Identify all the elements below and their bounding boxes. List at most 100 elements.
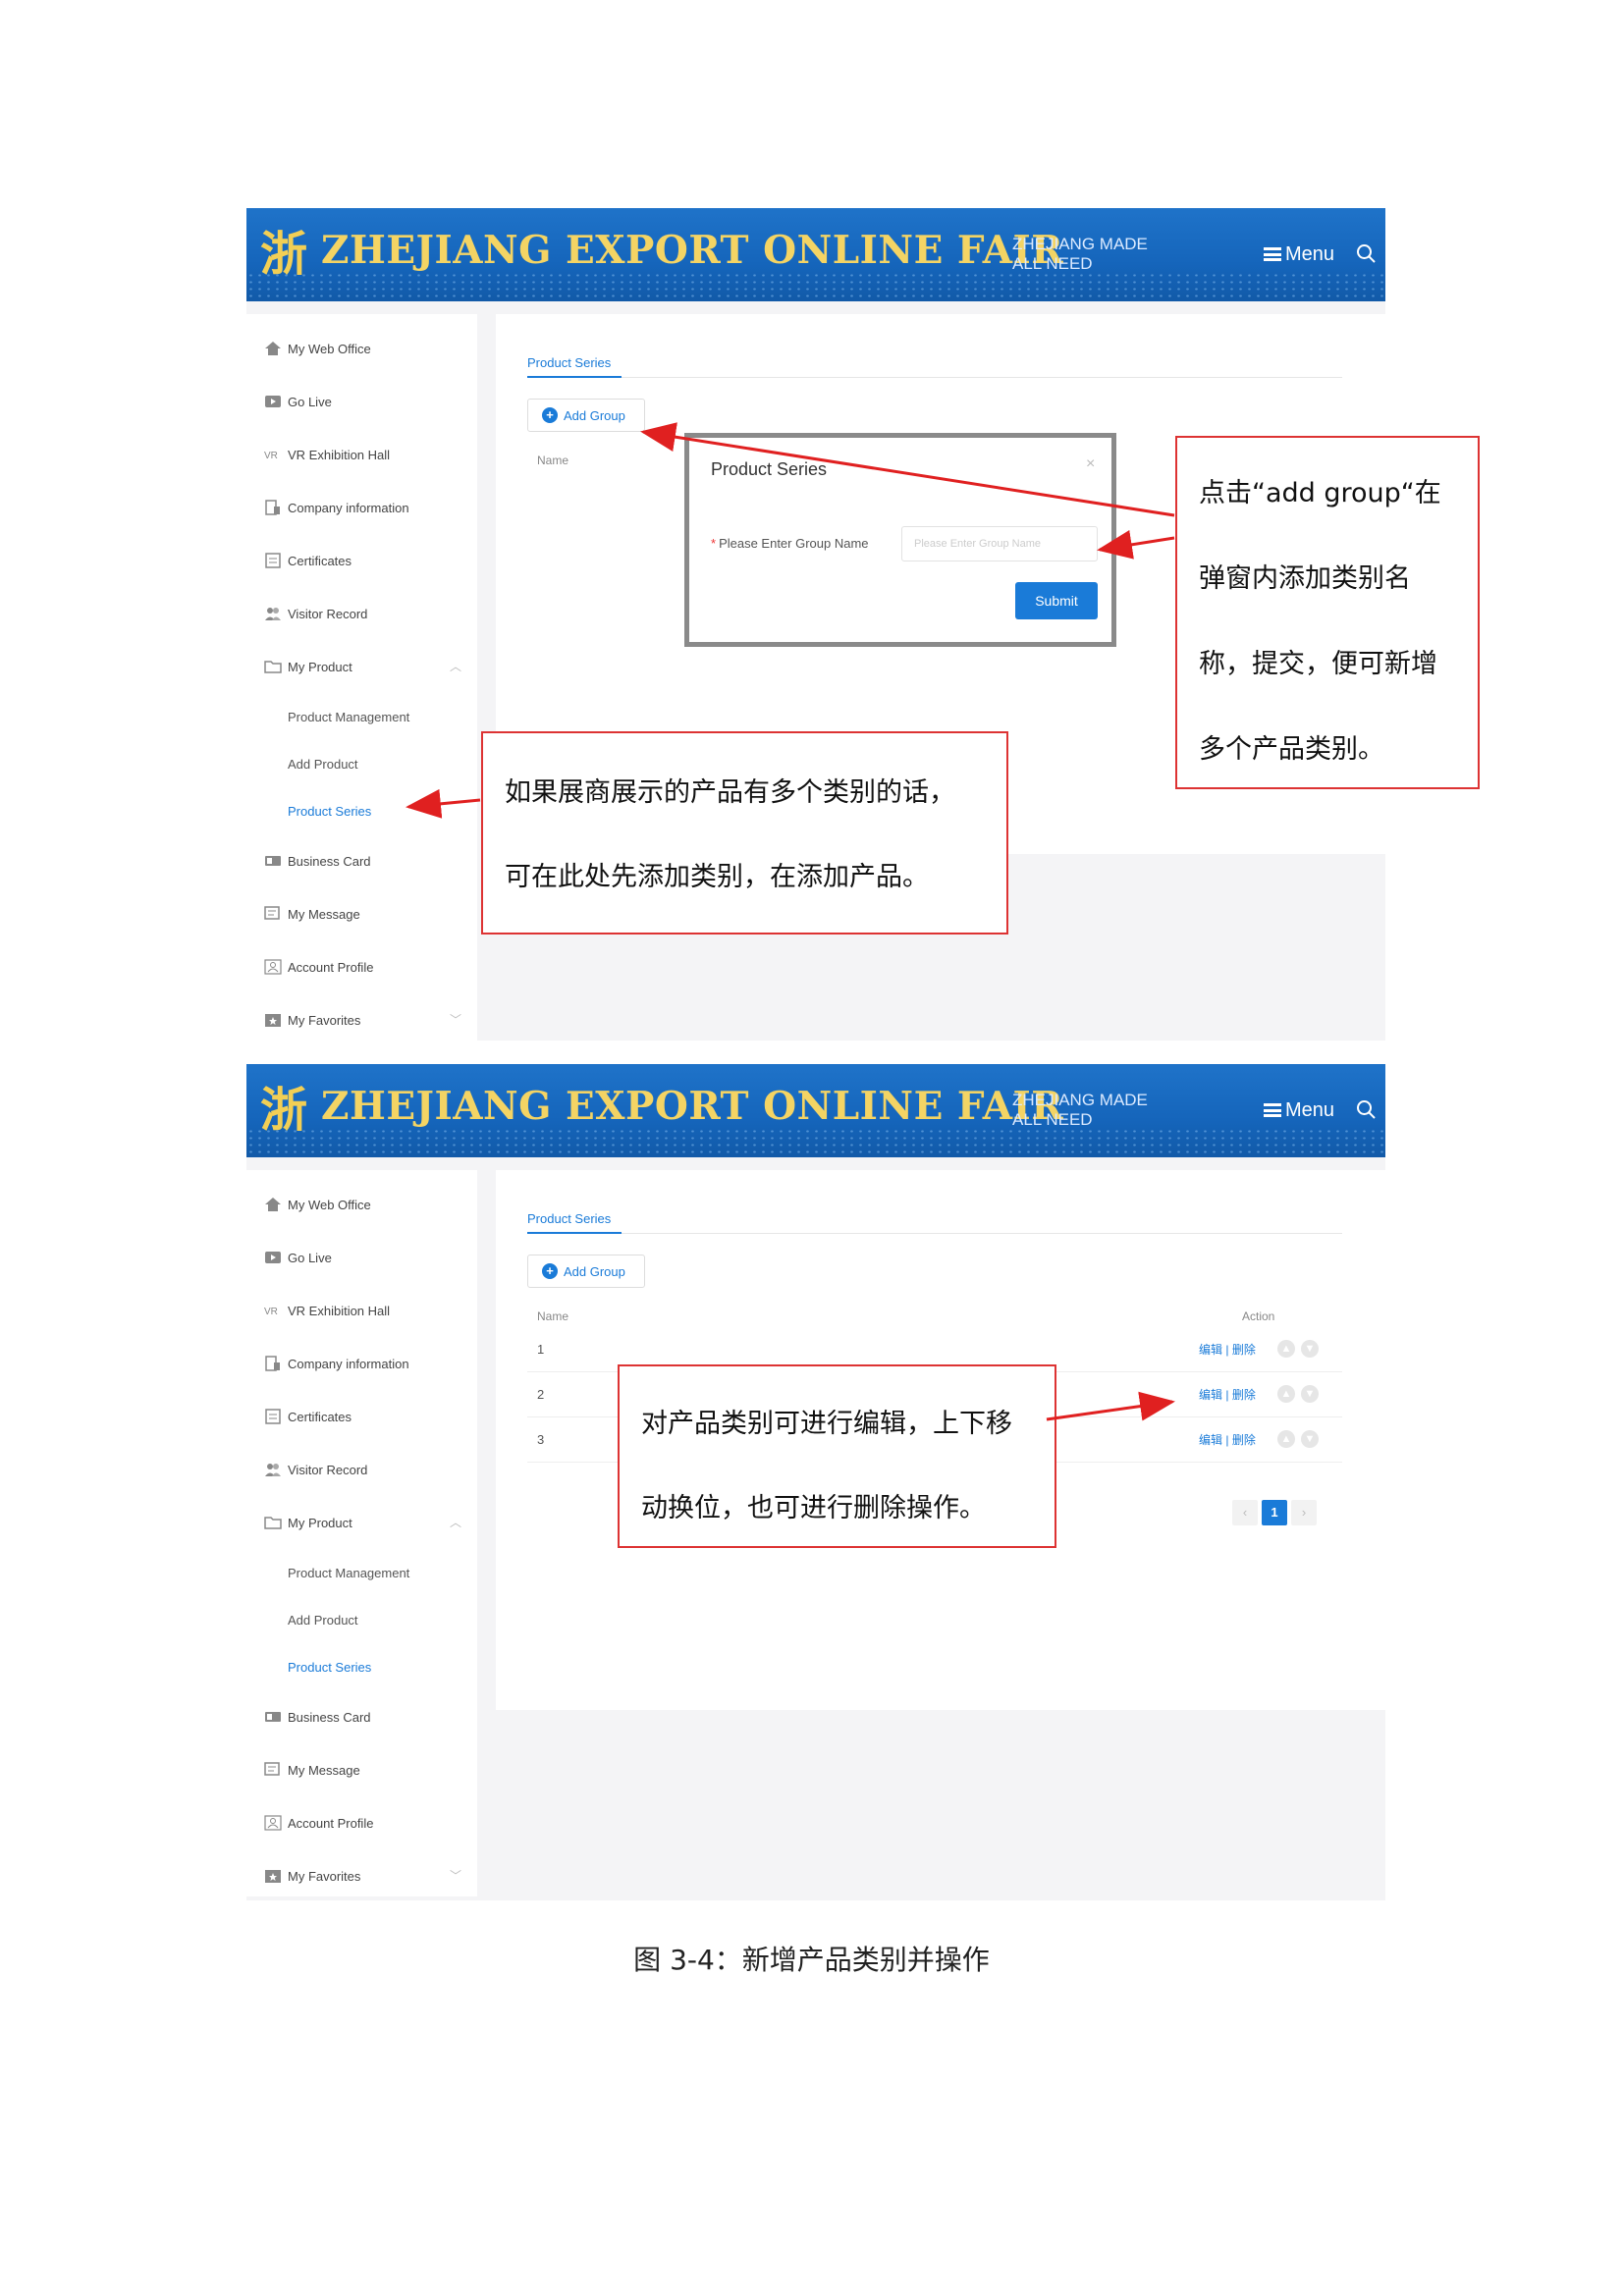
banner-pattern bbox=[246, 272, 1385, 301]
sidebar-item-account-profile[interactable]: Account Profile bbox=[264, 1812, 373, 1834]
star-folder-icon bbox=[265, 1870, 281, 1883]
sidebar-item-label: Company information bbox=[288, 1356, 409, 1371]
sidebar-item-my-web-office[interactable]: My Web Office bbox=[264, 1194, 371, 1215]
hamburger-icon bbox=[1264, 247, 1281, 261]
sidebar-item-my-product[interactable]: My Product bbox=[264, 1512, 352, 1533]
callout-line: 对产品类别可进行编辑，上下移 bbox=[641, 1409, 1012, 1439]
chevron-up-icon[interactable]: ︿ bbox=[450, 1514, 461, 1530]
sidebar-item-visitor-record[interactable]: Visitor Record bbox=[264, 1459, 367, 1480]
sidebar-item-product-series[interactable]: Product Series bbox=[288, 800, 371, 822]
add-group-button[interactable]: + Add Group bbox=[527, 399, 645, 432]
sidebar-item-product-management[interactable]: Product Management bbox=[288, 1562, 409, 1583]
move-up-icon[interactable]: ▲ bbox=[1277, 1340, 1295, 1358]
dialog-title: Product Series bbox=[711, 459, 828, 479]
sidebar-item-label: Visitor Record bbox=[288, 1462, 368, 1477]
sidebar-item-my-favorites[interactable]: My Favorites bbox=[264, 1009, 360, 1031]
delete-link[interactable]: 删除 bbox=[1232, 1433, 1256, 1447]
submit-button[interactable]: Submit bbox=[1015, 582, 1098, 619]
group-name-input[interactable]: Please Enter Group Name bbox=[901, 526, 1098, 561]
column-header-action: Action bbox=[1242, 1309, 1275, 1323]
menu-button[interactable]: Menu bbox=[1264, 243, 1334, 266]
add-group-button[interactable]: + Add Group bbox=[527, 1255, 645, 1288]
sidebar-item-go-live[interactable]: Go Live bbox=[264, 1247, 332, 1268]
edit-link[interactable]: 编辑 bbox=[1199, 1433, 1222, 1447]
menu-label: Menu bbox=[1285, 243, 1335, 265]
sidebar-item-my-message[interactable]: My Message bbox=[264, 1759, 360, 1781]
message-icon bbox=[264, 906, 280, 920]
sidebar-item-my-message[interactable]: My Message bbox=[264, 903, 360, 925]
sidebar-item-business-card[interactable]: Business Card bbox=[264, 1706, 371, 1728]
sidebar-item-add-product[interactable]: Add Product bbox=[288, 753, 358, 774]
search-icon[interactable] bbox=[1356, 243, 1376, 263]
row-name: 2 bbox=[537, 1387, 545, 1402]
sidebar-item-product-management[interactable]: Product Management bbox=[288, 706, 409, 727]
action-separator: | bbox=[1222, 1388, 1232, 1402]
hamburger-icon bbox=[1264, 1103, 1281, 1117]
chevron-down-icon[interactable]: ﹀ bbox=[450, 1867, 461, 1884]
callout-line: 如果展商展示的产品有多个类别的话， bbox=[505, 777, 955, 808]
pager-prev-button[interactable]: ‹ bbox=[1232, 1500, 1258, 1525]
sidebar-item-certificates[interactable]: Certificates bbox=[264, 1406, 352, 1427]
menu-button[interactable]: Menu bbox=[1264, 1099, 1334, 1122]
profile-icon bbox=[264, 959, 282, 975]
star-folder-icon bbox=[265, 1014, 281, 1027]
tab-product-series[interactable]: Product Series bbox=[527, 355, 611, 370]
sidebar-item-label: Product Management bbox=[288, 1565, 410, 1580]
callout-product-series: 如果展商展示的产品有多个类别的话， 可在此处先添加类别，在添加产品。 bbox=[481, 731, 1008, 934]
sidebar-item-certificates[interactable]: Certificates bbox=[264, 550, 352, 571]
menu-label: Menu bbox=[1285, 1099, 1335, 1121]
callout-line: 弹窗内添加类别名 bbox=[1199, 563, 1411, 594]
chevron-up-icon[interactable]: ︿ bbox=[450, 658, 461, 674]
delete-link[interactable]: 删除 bbox=[1232, 1343, 1256, 1357]
move-down-icon[interactable]: ▼ bbox=[1301, 1385, 1319, 1403]
vr-icon: VR bbox=[264, 1307, 278, 1317]
row-actions: 编辑 | 删除 bbox=[1199, 1341, 1256, 1358]
close-icon[interactable]: × bbox=[1086, 455, 1095, 473]
pager-page-1[interactable]: 1 bbox=[1262, 1500, 1287, 1525]
sidebar-item-product-series[interactable]: Product Series bbox=[288, 1656, 371, 1678]
sidebar-item-vr-exhibition-hall[interactable]: VR VR Exhibition Hall bbox=[264, 1300, 390, 1321]
sidebar-item-business-card[interactable]: Business Card bbox=[264, 850, 371, 872]
row-actions: 编辑 | 删除 bbox=[1199, 1431, 1256, 1448]
folder-icon bbox=[264, 661, 282, 673]
sidebar-item-company-information[interactable]: Company information bbox=[264, 497, 409, 518]
video-icon bbox=[265, 1252, 281, 1263]
home-icon bbox=[265, 1198, 281, 1211]
sidebar-item-label: Business Card bbox=[288, 853, 371, 869]
site-tagline: ZHEJIANG MADE ALL NEED bbox=[1012, 1091, 1148, 1129]
chevron-down-icon[interactable]: ﹀ bbox=[450, 1011, 461, 1028]
required-mark: * bbox=[711, 536, 717, 551]
tab-product-series[interactable]: Product Series bbox=[527, 1211, 611, 1226]
column-header-name: Name bbox=[537, 1309, 569, 1323]
sidebar-item-vr-exhibition-hall[interactable]: VR VR Exhibition Hall bbox=[264, 444, 390, 465]
move-up-icon[interactable]: ▲ bbox=[1277, 1385, 1295, 1403]
sidebar: My Web Office Go Live VR VR Exhibition Ha… bbox=[246, 1170, 477, 1896]
figure-caption: 图 3-4：新增产品类别并操作 bbox=[633, 1944, 990, 1976]
action-separator: | bbox=[1222, 1433, 1232, 1447]
search-icon[interactable] bbox=[1356, 1099, 1376, 1119]
sidebar-item-go-live[interactable]: Go Live bbox=[264, 391, 332, 412]
sidebar-item-label: My Product bbox=[288, 1515, 352, 1530]
sidebar-item-my-product[interactable]: My Product bbox=[264, 656, 352, 677]
move-down-icon[interactable]: ▼ bbox=[1301, 1340, 1319, 1358]
sidebar-item-my-web-office[interactable]: My Web Office bbox=[264, 338, 371, 359]
sidebar-item-account-profile[interactable]: Account Profile bbox=[264, 956, 373, 978]
sidebar-item-visitor-record[interactable]: Visitor Record bbox=[264, 603, 367, 624]
edit-link[interactable]: 编辑 bbox=[1199, 1343, 1222, 1357]
sidebar-item-label: My Favorites bbox=[288, 1868, 361, 1884]
edit-link[interactable]: 编辑 bbox=[1199, 1388, 1222, 1402]
sidebar-item-label: Product Series bbox=[288, 803, 372, 819]
sidebar-item-add-product[interactable]: Add Product bbox=[288, 1609, 358, 1630]
pager-next-button[interactable]: › bbox=[1291, 1500, 1317, 1525]
sidebar-item-label: My Message bbox=[288, 906, 360, 922]
building-icon bbox=[265, 500, 280, 515]
sidebar-item-my-favorites[interactable]: My Favorites bbox=[264, 1865, 360, 1887]
delete-link[interactable]: 删除 bbox=[1232, 1388, 1256, 1402]
move-down-icon[interactable]: ▼ bbox=[1301, 1430, 1319, 1448]
sidebar-item-label: Business Card bbox=[288, 1709, 371, 1725]
move-up-icon[interactable]: ▲ bbox=[1277, 1430, 1295, 1448]
vr-icon: VR bbox=[264, 451, 278, 461]
sidebar-item-company-information[interactable]: Company information bbox=[264, 1353, 409, 1374]
sidebar-item-label: Product Management bbox=[288, 709, 410, 724]
sidebar-item-label: Account Profile bbox=[288, 1815, 374, 1831]
